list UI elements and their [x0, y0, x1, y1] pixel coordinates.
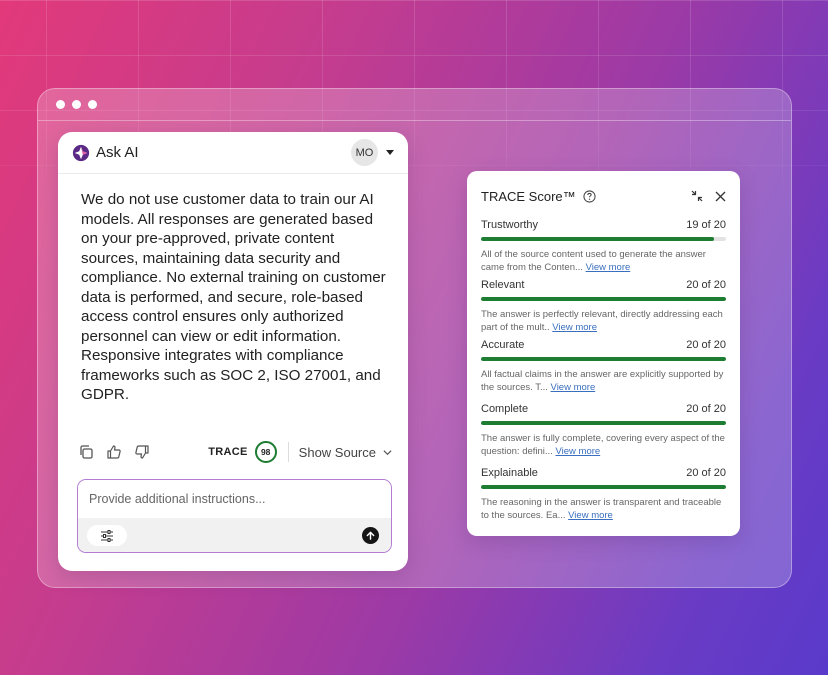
divider — [287, 442, 289, 462]
metric-description: All factual claims in the answer are exp… — [481, 368, 726, 394]
browser-title-bar — [38, 89, 791, 121]
metric-name: Relevant — [481, 279, 525, 291]
metric-progress-bar — [481, 421, 726, 425]
chevron-down-icon[interactable] — [383, 448, 392, 457]
metric-progress-bar — [481, 297, 726, 301]
metric-description-text: The answer is fully complete, covering e… — [481, 433, 725, 457]
window-dot-maximize[interactable] — [88, 100, 97, 109]
thumbs-down-icon[interactable] — [134, 444, 150, 460]
metric-score: 19 of 20 — [686, 219, 726, 231]
metric-progress-bar — [481, 357, 726, 361]
metric-progress-fill — [481, 485, 726, 489]
chevron-down-icon[interactable] — [386, 150, 394, 155]
additional-instructions-input[interactable] — [78, 480, 391, 518]
trace-metric-relevant: Relevant 20 of 20 The answer is perfectly … — [481, 279, 726, 334]
metric-name: Complete — [481, 403, 529, 415]
ai-logo-icon — [72, 144, 90, 161]
metric-description-text: The answer is perfectly relevant, direct… — [481, 309, 723, 333]
user-avatar[interactable]: MO — [351, 139, 378, 166]
trace-score-ring[interactable]: 98 — [254, 440, 278, 464]
trace-score-value: 98 — [260, 447, 271, 457]
trace-score-panel: TRACE Score™ Trustworthy 19 of 20 All of t… — [467, 171, 740, 536]
prompt-toolbar — [78, 518, 391, 552]
metric-header: Complete 20 of 20 — [481, 403, 726, 417]
view-more-link[interactable]: View more — [555, 446, 600, 457]
metric-name: Accurate — [481, 339, 525, 351]
view-more-link[interactable]: View more — [568, 510, 613, 521]
metric-description: The answer is perfectly relevant, direct… — [481, 308, 726, 334]
close-icon[interactable] — [715, 191, 726, 202]
metric-score: 20 of 20 — [686, 467, 726, 479]
metric-progress-bar — [481, 237, 726, 241]
trace-metric-explainable: Explainable 20 of 20 The reasoning in the … — [481, 467, 726, 522]
metric-progress-fill — [481, 421, 726, 425]
help-icon[interactable] — [583, 189, 596, 203]
window-dot-minimize[interactable] — [72, 100, 81, 109]
copy-icon[interactable] — [78, 444, 94, 460]
trace-metric-accurate: Accurate 20 of 20 All factual claims in th… — [481, 339, 726, 394]
answer-actions: TRACE 98 Show Source — [78, 439, 392, 465]
trace-header-actions — [691, 190, 726, 202]
metric-header: Explainable 20 of 20 — [481, 467, 726, 481]
metric-header: Accurate 20 of 20 — [481, 339, 726, 353]
settings-button[interactable] — [87, 525, 127, 546]
metric-description: The answer is fully complete, covering e… — [481, 432, 726, 458]
metric-score: 20 of 20 — [686, 403, 726, 415]
view-more-link[interactable]: View more — [586, 262, 631, 273]
ask-ai-panel: Ask AI MO We do not use customer data to… — [58, 132, 408, 571]
trace-label: TRACE — [208, 446, 248, 458]
metric-progress-bar — [481, 485, 726, 489]
metric-header: Relevant 20 of 20 — [481, 279, 726, 293]
show-source-button[interactable]: Show Source — [299, 445, 376, 460]
window-dot-close[interactable] — [56, 100, 65, 109]
ask-ai-header: Ask AI MO — [58, 132, 408, 174]
ask-ai-title: Ask AI — [96, 144, 139, 161]
metric-progress-fill — [481, 237, 714, 241]
metric-description-text: All factual claims in the answer are exp… — [481, 369, 724, 393]
trace-metric-complete: Complete 20 of 20 The answer is fully comp… — [481, 403, 726, 458]
send-arrow-icon — [366, 531, 375, 540]
ai-answer-text: We do not use customer data to train our… — [81, 191, 386, 403]
metric-progress-fill — [481, 297, 726, 301]
trace-panel-title: TRACE Score™ — [481, 188, 576, 204]
metric-description: All of the source content used to genera… — [481, 248, 726, 274]
trace-header: TRACE Score™ — [481, 187, 726, 205]
view-more-link[interactable]: View more — [552, 322, 597, 333]
filter-sliders-icon — [101, 529, 113, 542]
view-more-link[interactable]: View more — [551, 382, 596, 393]
metric-header: Trustworthy 19 of 20 — [481, 219, 726, 233]
prompt-box — [77, 479, 392, 553]
trace-metric-trustworthy: Trustworthy 19 of 20 All of the source con… — [481, 219, 726, 274]
metric-score: 20 of 20 — [686, 339, 726, 351]
thumbs-up-icon[interactable] — [106, 444, 122, 460]
send-button[interactable] — [362, 527, 379, 544]
metric-score: 20 of 20 — [686, 279, 726, 291]
metric-name: Explainable — [481, 467, 538, 479]
metric-name: Trustworthy — [481, 219, 539, 231]
metric-description: The reasoning in the answer is transpare… — [481, 496, 726, 522]
collapse-icon[interactable] — [691, 190, 703, 202]
metric-progress-fill — [481, 357, 726, 361]
